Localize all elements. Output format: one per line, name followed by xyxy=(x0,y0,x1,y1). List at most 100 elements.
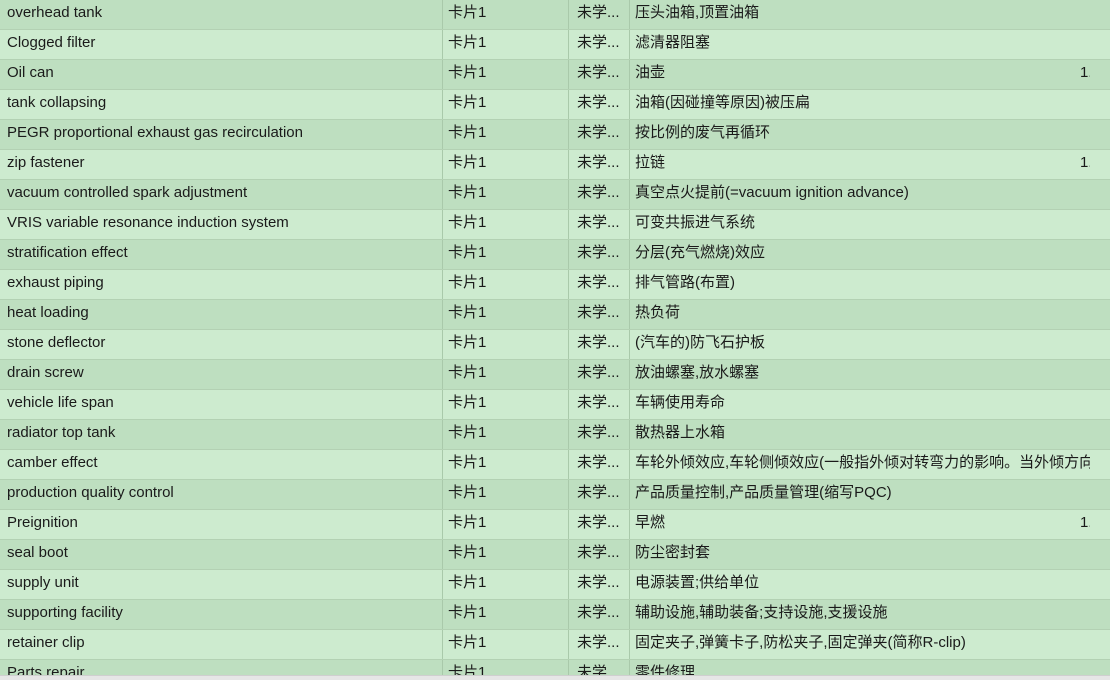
table-row[interactable]: Preignition卡片1未学... 早燃 1. xyxy=(0,510,1110,540)
word-cell: supporting facility xyxy=(0,600,443,629)
card-cell: 卡片1 xyxy=(443,60,569,89)
table-row[interactable]: stratification effect 卡片1 未学... 分层(充气燃烧)效应 xyxy=(0,240,1110,270)
word-cell: supply unit xyxy=(0,570,443,599)
meaning-text: 车辆使用寿命 xyxy=(635,394,726,411)
table-row[interactable]: Oil can卡片1未学... 油壶 1. xyxy=(0,60,1110,90)
status-cell: 未学... xyxy=(569,480,630,509)
meaning-text: 零件修理 xyxy=(635,664,696,675)
table-row[interactable]: production quality control 卡片1 未学... 产品质量控制… xyxy=(0,480,1110,510)
card-cell: 卡片1 xyxy=(443,480,569,509)
card-cell: 卡片1 xyxy=(443,0,569,29)
meaning-cell: 热负荷 xyxy=(630,300,1090,329)
meaning-text: 辅助设施,辅助装备;支持设施,支援设施 xyxy=(635,604,888,621)
table-row[interactable]: stone deflector 卡片1 未学... (汽车的)防飞石护板 xyxy=(0,330,1110,360)
card-cell: 卡片1 xyxy=(443,300,569,329)
word-cell: exhaust piping xyxy=(0,270,443,299)
meaning-text: 拉链 xyxy=(635,154,666,171)
meaning-text: 放油螺塞,放水螺塞 xyxy=(635,364,760,381)
table-row[interactable]: supply unit 卡片1 未学... 电源装置;供给单位 xyxy=(0,570,1110,600)
next-column-cell: 1. xyxy=(1080,514,1090,531)
card-cell: 卡片1 xyxy=(443,30,569,59)
table-row[interactable]: seal boot 卡片1 未学... 防尘密封套 xyxy=(0,540,1110,570)
card-cell: 卡片1 xyxy=(443,510,569,539)
table-row[interactable]: supporting facility 卡片1 未学... 辅助设施,辅助装备;支持设… xyxy=(0,600,1110,630)
word-cell: vacuum controlled spark adjustment xyxy=(0,180,443,209)
meaning-text: 早燃 xyxy=(635,514,666,531)
table-row[interactable]: tank collapsing 卡片1 未学... 油箱(因碰撞等原因)被压扁 xyxy=(0,90,1110,120)
status-cell: 未学... xyxy=(569,360,630,389)
word-cell: zip fastener xyxy=(0,150,443,179)
card-cell: 卡片1 xyxy=(443,390,569,419)
word-cell: PEGR proportional exhaust gas recirculat… xyxy=(0,120,443,149)
meaning-text: 按比例的废气再循环 xyxy=(635,124,771,141)
card-cell: 卡片1 xyxy=(443,630,569,659)
word-cell: camber effect xyxy=(0,450,443,479)
table-row[interactable]: exhaust piping 卡片1 未学... 排气管路(布置) xyxy=(0,270,1110,300)
word-cell: stratification effect xyxy=(0,240,443,269)
meaning-cell: 真空点火提前(=vacuum ignition advance) xyxy=(630,180,1090,209)
table-row[interactable]: heat loading 卡片1 未学... 热负荷 xyxy=(0,300,1110,330)
meaning-text: 热负荷 xyxy=(635,304,681,321)
meaning-text: 分层(充气燃烧)效应 xyxy=(635,244,765,261)
word-cell: heat loading xyxy=(0,300,443,329)
meaning-cell: (汽车的)防飞石护板 xyxy=(630,330,1090,359)
meaning-text: 车轮外倾效应,车轮侧倾效应(一般指外倾对转弯力的影响。当外倾方向与 xyxy=(635,454,1090,471)
table-row[interactable]: overhead tank 卡片1 未学... 压头油箱,顶置油箱 xyxy=(0,0,1110,30)
status-cell: 未学... xyxy=(569,600,630,629)
meaning-text: 油壶 xyxy=(635,64,666,81)
card-cell: 卡片1 xyxy=(443,570,569,599)
word-cell: Parts repair xyxy=(0,660,443,675)
status-cell: 未学... xyxy=(569,120,630,149)
card-cell: 卡片1 xyxy=(443,660,569,675)
meaning-text: 散热器上水箱 xyxy=(635,424,726,441)
table-row[interactable]: Clogged filter 卡片1 未学... 滤清器阻塞 xyxy=(0,30,1110,60)
status-cell: 未学... xyxy=(569,660,630,675)
status-cell: 未学... xyxy=(569,240,630,269)
meaning-cell: 车辆使用寿命 xyxy=(630,390,1090,419)
meaning-text: 真空点火提前(=vacuum ignition advance) xyxy=(635,184,909,201)
table-row[interactable]: retainer clip 卡片1 未学... 固定夹子,弹簧卡子,防松夹子,固定弹夹… xyxy=(0,630,1110,660)
status-cell: 未学... xyxy=(569,510,630,539)
table-row[interactable]: drain screw 卡片1 未学... 放油螺塞,放水螺塞 xyxy=(0,360,1110,390)
status-cell: 未学... xyxy=(569,180,630,209)
meaning-cell: 分层(充气燃烧)效应 xyxy=(630,240,1090,269)
word-list-grid[interactable]: overhead tank 卡片1 未学... 压头油箱,顶置油箱 Clogged fi… xyxy=(0,0,1110,675)
next-column-cell: 1. xyxy=(1080,154,1090,171)
word-cell: tank collapsing xyxy=(0,90,443,119)
card-cell: 卡片1 xyxy=(443,90,569,119)
card-cell: 卡片1 xyxy=(443,420,569,449)
table-row[interactable]: camber effect 卡片1 未学... 车轮外倾效应,车轮侧倾效应(一般指外倾… xyxy=(0,450,1110,480)
card-cell: 卡片1 xyxy=(443,270,569,299)
meaning-text: (汽车的)防飞石护板 xyxy=(635,334,765,351)
card-cell: 卡片1 xyxy=(443,180,569,209)
card-cell: 卡片1 xyxy=(443,360,569,389)
meaning-cell: 散热器上水箱 xyxy=(630,420,1090,449)
table-row[interactable]: vehicle life span 卡片1 未学... 车辆使用寿命 xyxy=(0,390,1110,420)
card-cell: 卡片1 xyxy=(443,540,569,569)
word-cell: production quality control xyxy=(0,480,443,509)
card-cell: 卡片1 xyxy=(443,120,569,149)
status-cell: 未学... xyxy=(569,30,630,59)
next-column-cell: 1. xyxy=(1080,64,1090,81)
status-cell: 未学... xyxy=(569,90,630,119)
meaning-cell: 防尘密封套 xyxy=(630,540,1090,569)
meaning-cell: 电源装置;供给单位 xyxy=(630,570,1090,599)
table-row[interactable]: vacuum controlled spark adjustment 卡片1 未学.… xyxy=(0,180,1110,210)
word-cell: stone deflector xyxy=(0,330,443,359)
table-row[interactable]: PEGR proportional exhaust gas recirculat… xyxy=(0,120,1110,150)
meaning-cell: 车轮外倾效应,车轮侧倾效应(一般指外倾对转弯力的影响。当外倾方向与 xyxy=(630,450,1090,479)
status-cell: 未学... xyxy=(569,450,630,479)
table-row[interactable]: zip fastener卡片1未学... 拉链 1. xyxy=(0,150,1110,180)
table-row[interactable]: Parts repair 卡片1 未学... 零件修理 xyxy=(0,660,1110,675)
status-cell: 未学... xyxy=(569,630,630,659)
word-cell: vehicle life span xyxy=(0,390,443,419)
word-cell: overhead tank xyxy=(0,0,443,29)
word-cell: retainer clip xyxy=(0,630,443,659)
table-row[interactable]: VRIS variable resonance induction system… xyxy=(0,210,1110,240)
horizontal-scrollbar[interactable] xyxy=(0,675,1110,680)
status-cell: 未学... xyxy=(569,390,630,419)
table-row[interactable]: radiator top tank 卡片1 未学... 散热器上水箱 xyxy=(0,420,1110,450)
card-cell: 卡片1 xyxy=(443,330,569,359)
meaning-text: 防尘密封套 xyxy=(635,544,711,561)
meaning-text: 固定夹子,弹簧卡子,防松夹子,固定弹夹(简称R-clip) xyxy=(635,634,966,651)
